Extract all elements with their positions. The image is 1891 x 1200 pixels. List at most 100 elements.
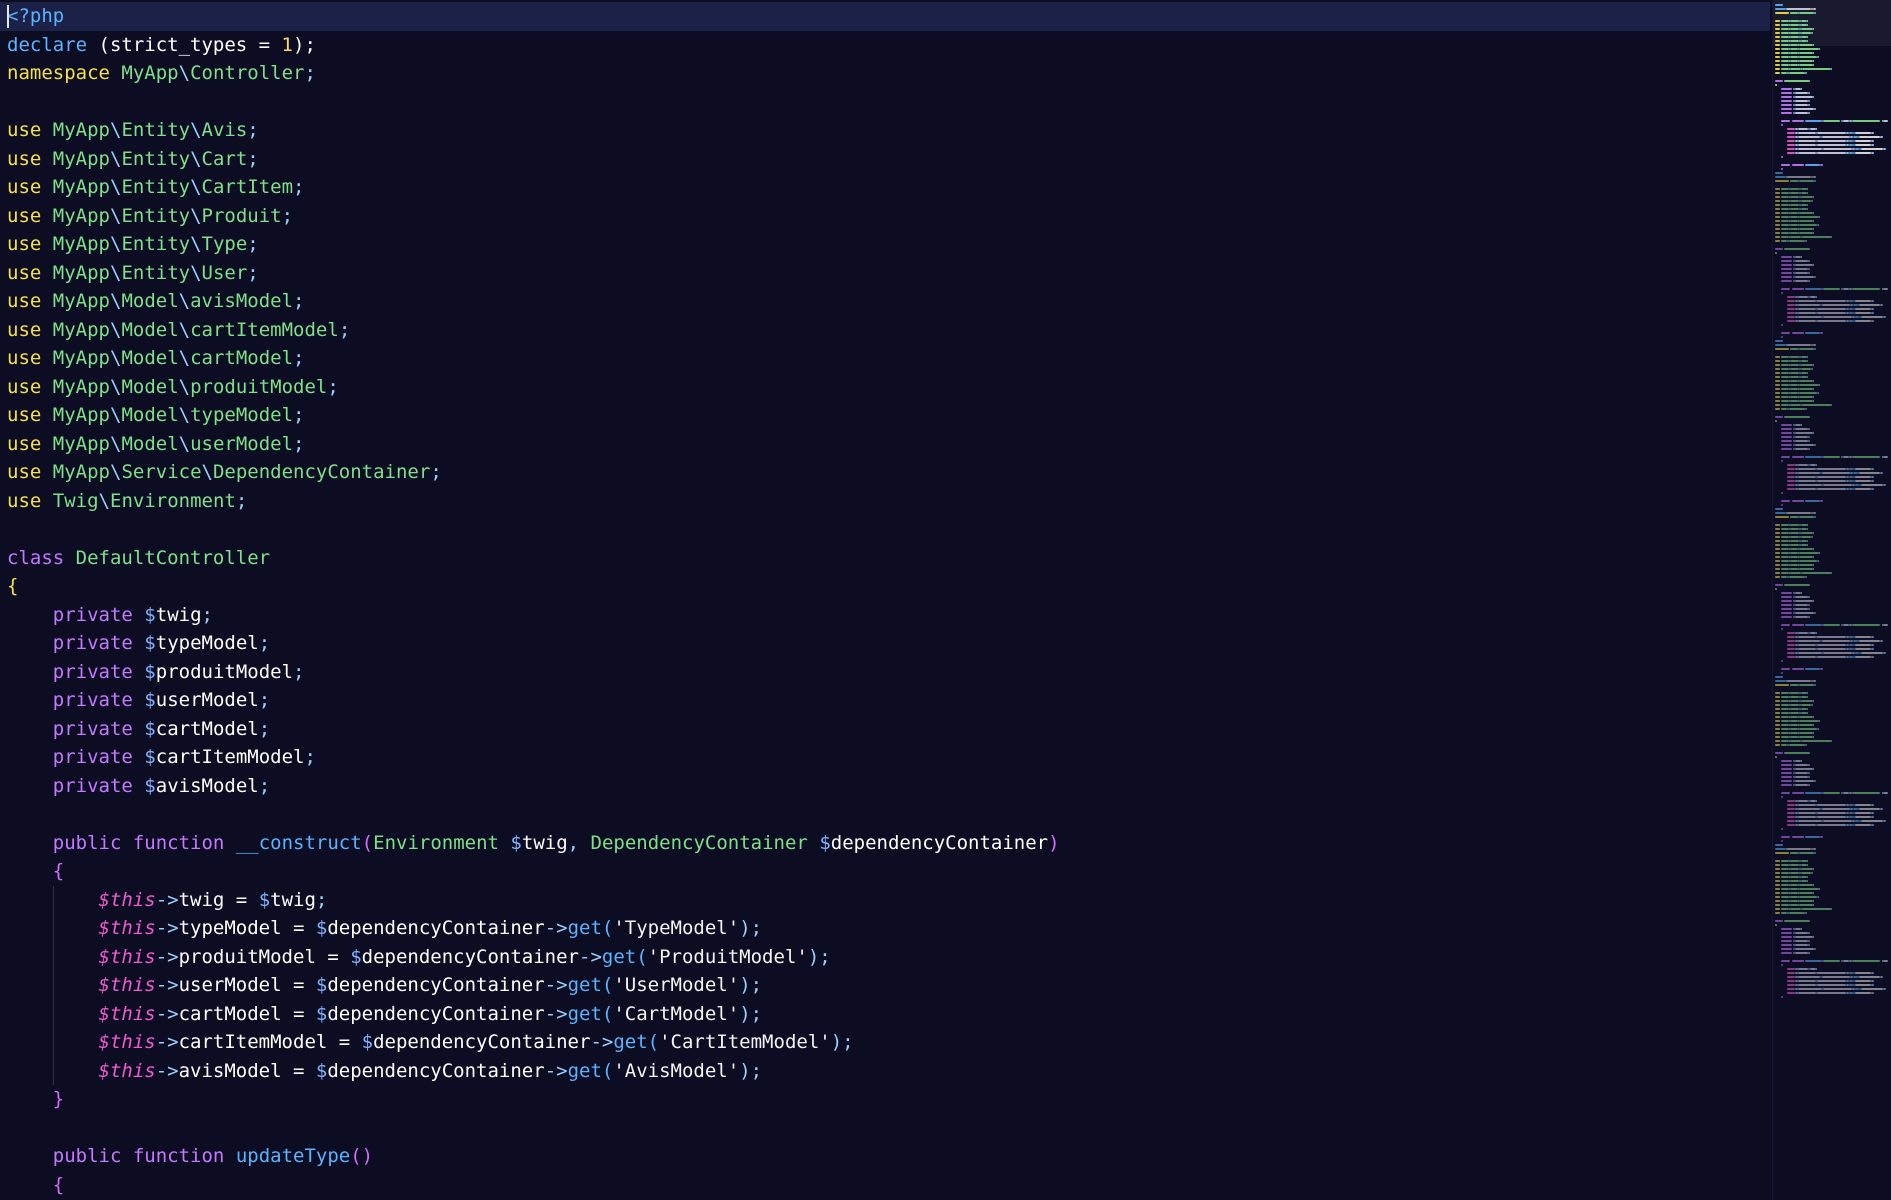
minimap-line [1812, 64, 1814, 66]
code-token: { [52, 860, 65, 882]
minimap[interactable] [1772, 0, 1891, 1200]
minimap-line [1853, 976, 1858, 978]
code-line[interactable]: $this->avisModel = $dependencyContainer-… [0, 1056, 1770, 1085]
code-line[interactable]: private $typeModel; [0, 629, 1770, 658]
minimap-line [1775, 528, 1780, 530]
code-line[interactable]: use MyApp\Entity\Avis; [0, 116, 1770, 145]
minimap-line [1787, 152, 1795, 154]
code-line[interactable]: use MyApp\Entity\Cart; [0, 145, 1770, 174]
minimap-line [1781, 440, 1792, 442]
code-line[interactable]: private $cartModel; [0, 715, 1770, 744]
code-line[interactable]: private $userModel; [0, 686, 1770, 715]
code-line[interactable]: use MyApp\Entity\Type; [0, 230, 1770, 259]
code-line[interactable]: use MyApp\Model\produitModel; [0, 373, 1770, 402]
minimap-line [1775, 364, 1780, 366]
minimap-line [1781, 68, 1789, 70]
code-line[interactable]: $this->cartItemModel = $dependencyContai… [0, 1028, 1770, 1057]
minimap-line [1799, 900, 1813, 902]
code-token: \ [109, 176, 122, 198]
code-token: $ [315, 917, 328, 939]
code-editor[interactable]: <?php declare (strict_types = 1); namespac… [0, 0, 1891, 1200]
code-line[interactable]: public function __construct(Environment … [0, 829, 1770, 858]
code-line[interactable]: use MyApp\Model\cartModel; [0, 344, 1770, 373]
minimap-line [1785, 8, 1811, 10]
minimap-line [1808, 776, 1810, 778]
code-token: ; [338, 318, 351, 341]
code-token: ( [601, 1059, 614, 1082]
minimap-line [1797, 144, 1816, 146]
code-token: <?php [7, 5, 65, 27]
minimap-line [1854, 804, 1871, 806]
code-line[interactable]: use MyApp\Entity\CartItem; [0, 173, 1770, 202]
code-line[interactable]: private $produitModel; [0, 658, 1770, 687]
minimap-line [1805, 164, 1820, 166]
minimap-line [1787, 140, 1795, 142]
code-line[interactable]: private $twig; [0, 601, 1770, 630]
code-line[interactable] [0, 800, 1770, 829]
code-line[interactable]: $this->userModel = $dependencyContainer-… [0, 971, 1770, 1000]
minimap-line [1806, 40, 1808, 42]
minimap-line [1812, 556, 1814, 558]
code-token: use [7, 176, 42, 198]
code-line[interactable]: declare (strict_types = 1); [0, 31, 1770, 60]
code-line[interactable] [0, 88, 1770, 117]
minimap-line [1823, 288, 1840, 290]
minimap-line [1800, 876, 1807, 878]
code-line[interactable]: { [0, 857, 1770, 886]
code-line[interactable]: class DefaultController [0, 544, 1770, 573]
minimap-line [1775, 232, 1780, 234]
code-line[interactable]: { [0, 572, 1770, 601]
code-line[interactable]: $this->cartModel = $dependencyContainer-… [0, 999, 1770, 1028]
code-line[interactable]: private $avisModel; [0, 772, 1770, 801]
code-line[interactable]: use Twig\Environment; [0, 487, 1770, 516]
minimap-line [1775, 720, 1780, 722]
code-token: -> [155, 888, 179, 911]
minimap-line [1883, 988, 1886, 990]
code-token: avisModel = [178, 1059, 316, 1082]
minimap-line [1806, 712, 1808, 714]
minimap-line [1853, 808, 1858, 810]
code-line[interactable]: $this->produitModel = $dependencyContain… [0, 942, 1770, 971]
minimap-line [1781, 56, 1789, 58]
code-line[interactable]: use MyApp\Model\avisModel; [0, 287, 1770, 316]
code-line[interactable]: use MyApp\Model\typeModel; [0, 401, 1770, 430]
minimap-line [1790, 392, 1798, 394]
minimap-line [1775, 852, 1789, 854]
minimap-line [1802, 740, 1831, 742]
code-line[interactable]: public function updateType() [0, 1142, 1770, 1171]
minimap-line [1871, 132, 1874, 134]
code-line[interactable]: $this->twig = $twig; [0, 885, 1770, 914]
minimap-line [1781, 780, 1792, 782]
minimap-line [1775, 900, 1780, 902]
code-line[interactable]: <?php [0, 2, 1770, 31]
minimap-line [1799, 400, 1813, 402]
code-line[interactable]: use MyApp\Model\userModel; [0, 430, 1770, 459]
minimap-line [1860, 316, 1883, 318]
minimap-line [1805, 72, 1807, 74]
code-line[interactable]: $this->typeModel = $dependencyContainer-… [0, 914, 1770, 943]
code-line[interactable]: private $cartItemModel; [0, 743, 1770, 772]
minimap-line [1790, 528, 1799, 530]
minimap-line [1781, 332, 1790, 334]
code-line[interactable]: namespace MyApp\Controller; [0, 59, 1770, 88]
code-line[interactable]: use MyApp\Model\cartItemModel; [0, 316, 1770, 345]
code-line[interactable] [0, 515, 1770, 544]
minimap-line [1794, 768, 1813, 770]
minimap-line [1781, 884, 1789, 886]
code-line[interactable]: } [0, 1085, 1770, 1114]
code-line[interactable]: use MyApp\Entity\Produit; [0, 202, 1770, 231]
code-line[interactable]: use MyApp\Entity\User; [0, 259, 1770, 288]
minimap-line [1787, 464, 1795, 466]
code-line[interactable]: use MyApp\Service\DependencyContainer; [0, 458, 1770, 487]
minimap-line [1799, 392, 1817, 394]
minimap-line [1812, 28, 1814, 30]
code-token: ; [304, 62, 316, 84]
minimap-line [1812, 716, 1814, 718]
code-line[interactable]: { [0, 1171, 1770, 1200]
code-token: $ [144, 603, 156, 626]
code-line[interactable] [0, 1114, 1770, 1143]
code-area[interactable]: <?php declare (strict_types = 1); namespac… [0, 2, 1770, 1200]
minimap-line [1812, 96, 1814, 98]
